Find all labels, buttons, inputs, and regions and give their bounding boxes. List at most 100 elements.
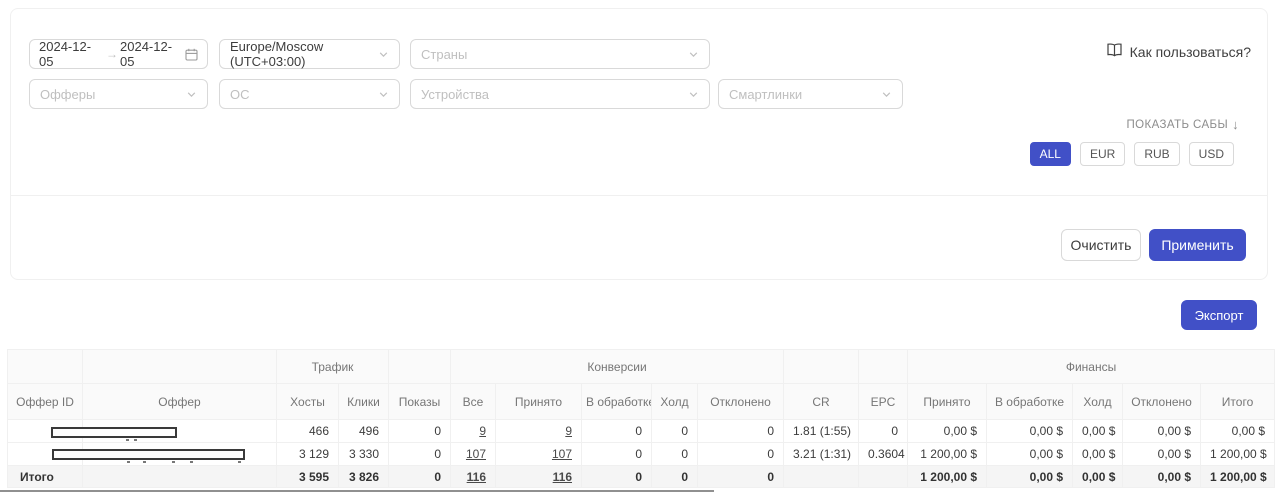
- cell-fin-hold: 0,00 $: [1072, 465, 1124, 488]
- cell-epc: 0: [858, 419, 909, 443]
- clear-button[interactable]: Очистить: [1061, 229, 1141, 261]
- currency-button-rub[interactable]: RUB: [1134, 142, 1180, 166]
- cell-epc: [858, 465, 909, 488]
- date-range-picker[interactable]: 2024-12-05 → 2024-12-05: [29, 39, 208, 69]
- col-offer-id: Оффер ID: [7, 383, 83, 420]
- chevron-down-icon: [881, 89, 892, 100]
- filter-actions: Очистить Применить: [1061, 229, 1246, 261]
- group-header-row: Трафик Конверсии Финансы: [7, 349, 1276, 384]
- chevron-down-icon: [378, 89, 389, 100]
- devices-placeholder: Устройства: [421, 86, 490, 102]
- cell-fin-rejected: 0,00 $: [1122, 419, 1202, 443]
- cell-fin-rejected: 0,00 $: [1122, 442, 1202, 466]
- offers-select[interactable]: Офферы: [29, 79, 208, 109]
- cell-fin-processing: 0,00 $: [986, 442, 1074, 466]
- currency-button-all[interactable]: ALL: [1029, 142, 1071, 166]
- devices-select[interactable]: Устройства: [410, 79, 710, 109]
- export-button[interactable]: Экспорт: [1181, 300, 1257, 330]
- cell-conv-hold: 0: [651, 465, 698, 488]
- table-row: 466 496 0 9 9 0 0 0 1.81 (1:55) 0 0,00 $…: [7, 419, 1276, 443]
- totals-row: Итого 3 595 3 826 0 116 116 0 0 0 1 200,…: [7, 465, 1276, 488]
- offers-placeholder: Офферы: [40, 86, 96, 102]
- conversions-approved-link[interactable]: 116: [553, 470, 572, 484]
- cell-conv-rejected: 0: [696, 442, 785, 466]
- redaction-artifact: [127, 461, 130, 463]
- group-empty: [858, 349, 909, 384]
- group-finance: Финансы: [907, 349, 1276, 384]
- timezone-select[interactable]: Europe/Moscow (UTC+03:00): [219, 39, 400, 69]
- col-epc: EPC: [858, 383, 909, 420]
- redaction-artifact: [134, 439, 137, 441]
- redacted-offer-name: [51, 427, 177, 438]
- col-cr: CR: [783, 383, 860, 420]
- down-arrow-icon: ↓: [1232, 117, 1239, 132]
- redaction-artifact: [172, 461, 175, 463]
- column-header-row: Оффер ID Оффер Хосты Клики Показы Все Пр…: [7, 383, 1276, 420]
- cell-fin-approved: 1 200,00 $: [907, 465, 988, 488]
- conversions-all-link[interactable]: 116: [467, 470, 486, 484]
- conversions-approved-link[interactable]: 9: [565, 424, 572, 438]
- redaction-artifact: [126, 439, 129, 441]
- redaction-artifact: [143, 461, 146, 463]
- smartlinks-select[interactable]: Смартлинки: [718, 79, 903, 109]
- conversions-approved-link[interactable]: 107: [552, 447, 572, 461]
- cell-conv-processing: 0: [581, 442, 652, 466]
- totals-label: Итого: [7, 465, 83, 488]
- cell-conv-rejected: 0: [696, 419, 785, 443]
- col-fin-processing: В обработке: [986, 383, 1074, 420]
- currency-button-eur[interactable]: EUR: [1079, 142, 1126, 166]
- chevron-down-icon: [186, 89, 197, 100]
- os-select[interactable]: ОС: [219, 79, 400, 109]
- cell-conv-hold: 0: [651, 442, 698, 466]
- countries-placeholder: Страны: [421, 46, 468, 62]
- currency-filter-group: ALL EUR RUB USD: [1029, 142, 1234, 166]
- cell-clicks: 3 826: [338, 465, 389, 488]
- cell-impressions: 0: [388, 442, 451, 466]
- col-total: Итого: [1200, 383, 1276, 420]
- cell-total: 1 200,00 $: [1200, 442, 1276, 466]
- currency-button-usd[interactable]: USD: [1188, 142, 1234, 166]
- cell-fin-hold: 0,00 $: [1072, 419, 1124, 443]
- cell-fin-rejected: 0,00 $: [1122, 465, 1202, 488]
- redacted-offer-name: [52, 449, 245, 460]
- window-edge-artifact: [0, 490, 714, 492]
- cell-fin-hold: 0,00 $: [1072, 442, 1124, 466]
- cell-epc: 0.3604: [858, 442, 909, 466]
- col-clicks: Клики: [338, 383, 389, 420]
- filters-panel: 2024-12-05 → 2024-12-05 Europe/Moscow (U…: [10, 8, 1268, 280]
- apply-button[interactable]: Применить: [1149, 229, 1246, 261]
- arrow-right-icon: →: [106, 47, 118, 61]
- cell-total: 0,00 $: [1200, 419, 1276, 443]
- cell-hosts: 3 595: [276, 465, 339, 488]
- conversions-all-link[interactable]: 107: [466, 447, 486, 461]
- show-subs-toggle[interactable]: ПОКАЗАТЬ САБЫ ↓: [1127, 117, 1240, 132]
- cell-cr: [783, 465, 860, 488]
- group-traffic: Трафик: [276, 349, 389, 384]
- how-to-use-link[interactable]: Как пользоваться?: [1106, 43, 1251, 60]
- cell-fin-processing: 0,00 $: [986, 419, 1074, 443]
- group-empty: [388, 349, 451, 384]
- col-fin-rejected: Отклонено: [1122, 383, 1202, 420]
- date-to-value[interactable]: 2024-12-05: [120, 39, 185, 69]
- cell-cr: 1.81 (1:55): [783, 419, 860, 443]
- chevron-down-icon: [688, 49, 699, 60]
- countries-select[interactable]: Страны: [410, 39, 710, 69]
- date-from-value[interactable]: 2024-12-05: [39, 39, 104, 69]
- panel-divider: [11, 195, 1267, 196]
- conversions-all-link[interactable]: 9: [479, 424, 486, 438]
- smartlinks-placeholder: Смартлинки: [729, 86, 803, 102]
- report-table: Трафик Конверсии Финансы Оффер ID Оффер …: [7, 349, 1276, 488]
- col-conv-hold: Холд: [651, 383, 698, 420]
- cell-impressions: 0: [388, 419, 451, 443]
- col-hosts: Хосты: [276, 383, 339, 420]
- cell-conv-processing: 0: [581, 465, 652, 488]
- chevron-down-icon: [688, 89, 699, 100]
- cell-impressions: 0: [388, 465, 451, 488]
- cell-cr: 3.21 (1:31): [783, 442, 860, 466]
- cell-offer: [82, 465, 277, 488]
- cell-hosts: 3 129: [276, 442, 339, 466]
- col-fin-approved: Принято: [907, 383, 988, 420]
- open-book-icon: [1106, 43, 1123, 60]
- cell-fin-approved: 0,00 $: [907, 419, 988, 443]
- cell-clicks: 496: [338, 419, 389, 443]
